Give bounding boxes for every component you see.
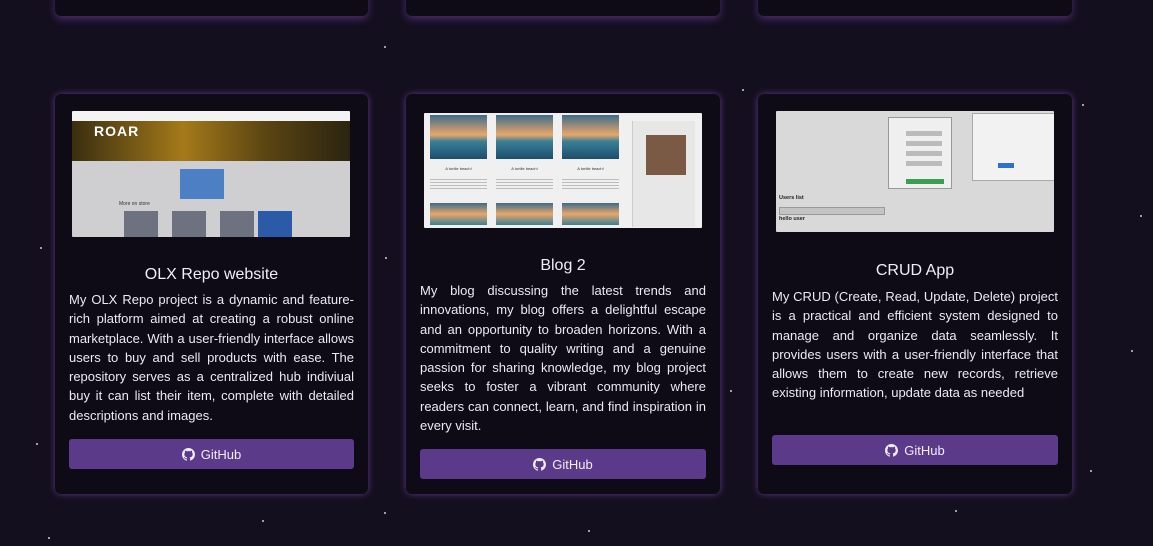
thumbnail-post-image: [430, 115, 487, 159]
star: [730, 390, 732, 392]
thumbnail-greeting: hello user: [779, 216, 805, 222]
thumbnail-profile-photo: [646, 135, 686, 175]
thumbnail-form-field: [906, 161, 942, 166]
thumbnail-product-tile: [124, 211, 158, 237]
thumbnail-dialog: [972, 113, 1054, 181]
thumbnail-promo-image: [180, 169, 224, 199]
thumbnail-dialog-button: [998, 163, 1014, 168]
project-card-crud: Users list hello user CRUD App My CRUD (…: [758, 94, 1072, 494]
project-title: OLX Repo website: [144, 266, 279, 283]
github-button-label: GitHub: [200, 446, 242, 462]
github-button[interactable]: GitHub: [420, 449, 706, 479]
previous-row-card: [55, 0, 368, 16]
github-button-label: GitHub: [904, 442, 945, 458]
star: [36, 443, 38, 445]
star: [588, 530, 590, 532]
star: [385, 257, 387, 259]
star: [742, 89, 744, 91]
thumbnail-form-field: [906, 131, 942, 136]
thumbnail-list-heading: Users list: [779, 195, 804, 201]
project-title: CRUD App: [875, 262, 955, 279]
project-card-blog: A tortile beach! A tortile beach! A tort…: [406, 94, 720, 494]
thumbnail-table-header: [779, 207, 885, 215]
github-icon: [533, 457, 547, 471]
project-description: My CRUD (Create, Read, Update, Delete) p…: [772, 289, 1058, 401]
thumbnail-form-field: [906, 141, 942, 146]
thumbnail-post-text: [430, 179, 487, 189]
project-description: My blog discussing the latest trends and…: [420, 283, 706, 434]
star: [1140, 215, 1142, 217]
thumbnail-product-tile: [258, 211, 292, 237]
previous-row-card: [406, 0, 720, 16]
github-icon: [181, 447, 195, 461]
github-icon: [885, 443, 899, 457]
star: [1082, 104, 1084, 106]
thumbnail-post-title: A tortile beach!: [577, 166, 604, 171]
star: [48, 537, 50, 539]
project-thumbnail: ROAR More on store: [72, 111, 350, 237]
project-thumbnail: A tortile beach! A tortile beach! A tort…: [424, 113, 702, 228]
project-thumbnail: Users list hello user: [776, 111, 1054, 232]
thumbnail-form-field: [906, 151, 942, 156]
thumbnail-section-text: More on store: [119, 201, 150, 207]
github-button[interactable]: GitHub: [69, 439, 354, 469]
thumbnail-post-text: [562, 179, 619, 189]
thumbnail-product-tile: [172, 211, 206, 237]
thumbnail-post-image: [562, 115, 619, 159]
star: [384, 46, 386, 48]
star: [955, 510, 957, 512]
thumbnail-post-title: A tortile beach!: [445, 166, 472, 171]
project-title: Blog 2: [540, 257, 586, 274]
github-button-label: GitHub: [552, 456, 593, 472]
thumbnail-post-title: A tortile beach!: [511, 166, 538, 171]
star: [262, 520, 264, 522]
thumbnail-product-tile: [220, 211, 254, 237]
thumbnail-banner-text: ROAR: [94, 123, 140, 139]
star: [384, 512, 386, 514]
project-card-olx: ROAR More on store OLX Repo website My O…: [55, 94, 368, 494]
thumbnail-post-image: [496, 203, 553, 225]
thumbnail-post-image: [496, 115, 553, 159]
thumbnail-post-image: [562, 203, 619, 225]
thumbnail-submit: [906, 179, 944, 184]
star: [40, 247, 42, 249]
github-button[interactable]: GitHub: [772, 435, 1058, 465]
thumbnail-post-text: [496, 179, 553, 189]
thumbnail-post-image: [430, 203, 487, 225]
star: [1090, 470, 1092, 472]
previous-row-card: [758, 0, 1072, 16]
star: [1131, 350, 1133, 352]
project-description: My OLX Repo project is a dynamic and fea…: [69, 292, 354, 423]
